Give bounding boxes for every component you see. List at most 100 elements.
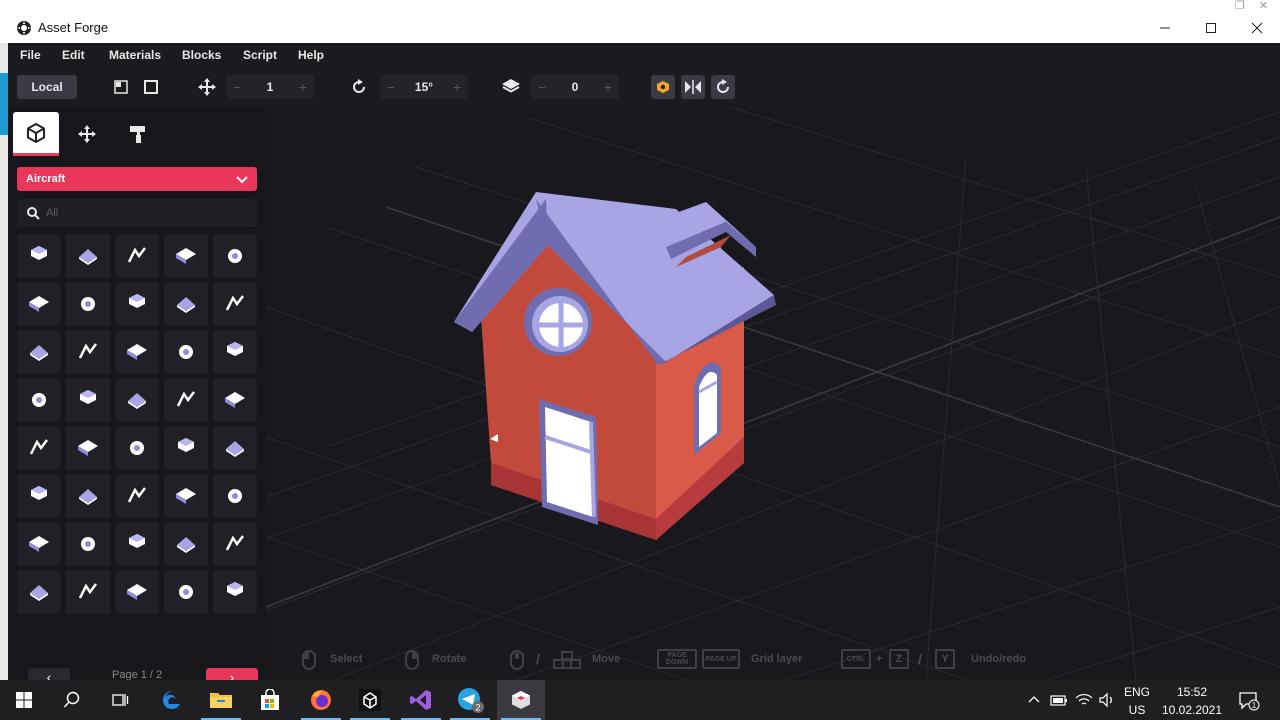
tab-paint[interactable] bbox=[115, 112, 161, 156]
reset-rotation-button[interactable] bbox=[711, 75, 735, 99]
taskbar-edge[interactable] bbox=[148, 680, 196, 720]
close-button[interactable] bbox=[1234, 12, 1280, 43]
rotate-step-value[interactable]: 15° bbox=[402, 80, 446, 94]
clock-date[interactable]: 10.02.2021 bbox=[1156, 703, 1228, 717]
block-thumbnail[interactable] bbox=[66, 570, 110, 614]
block-thumbnail[interactable] bbox=[66, 426, 110, 470]
block-thumbnail[interactable] bbox=[66, 282, 110, 326]
block-thumbnail[interactable] bbox=[66, 330, 110, 374]
block-thumbnail[interactable] bbox=[164, 474, 208, 518]
menu-edit[interactable]: Edit bbox=[62, 48, 85, 62]
block-thumbnail[interactable] bbox=[164, 426, 208, 470]
block-thumbnail[interactable] bbox=[115, 234, 159, 278]
block-thumbnail[interactable] bbox=[213, 570, 257, 614]
block-shape-icon bbox=[127, 247, 146, 263]
tab-blocks[interactable] bbox=[13, 112, 59, 156]
block-thumbnail[interactable] bbox=[164, 522, 208, 566]
block-thumbnail[interactable] bbox=[17, 474, 61, 518]
block-thumbnail[interactable] bbox=[213, 522, 257, 566]
block-thumbnail[interactable] bbox=[164, 282, 208, 326]
battery-icon[interactable] bbox=[1050, 693, 1068, 707]
block-thumbnail[interactable] bbox=[17, 522, 61, 566]
move-step-decrement[interactable]: − bbox=[226, 79, 248, 95]
block-thumbnail[interactable] bbox=[213, 330, 257, 374]
block-thumbnail[interactable] bbox=[66, 378, 110, 422]
bounds-button[interactable] bbox=[139, 75, 163, 99]
menu-script[interactable]: Script bbox=[243, 48, 277, 62]
block-thumbnail[interactable] bbox=[213, 234, 257, 278]
block-thumbnail[interactable] bbox=[213, 378, 257, 422]
block-thumbnail[interactable] bbox=[17, 570, 61, 614]
menu-file[interactable]: File bbox=[20, 48, 41, 62]
next-page-button[interactable]: › bbox=[206, 668, 258, 680]
pivot-button[interactable] bbox=[109, 75, 133, 99]
block-thumbnail[interactable] bbox=[164, 570, 208, 614]
block-thumbnail[interactable] bbox=[115, 570, 159, 614]
clock-time[interactable]: 15:52 bbox=[1160, 685, 1224, 699]
notification-icon[interactable]: 1 bbox=[1238, 691, 1260, 711]
3d-viewport[interactable]: Select Rotate / Move PAGE DOWN PAGE UP G… bbox=[266, 107, 1280, 680]
minimize-button[interactable] bbox=[1142, 12, 1188, 43]
block-thumbnail[interactable] bbox=[213, 426, 257, 470]
taskbar-explorer[interactable] bbox=[197, 680, 245, 720]
block-thumbnail[interactable] bbox=[115, 474, 159, 518]
background-window-controls: ❐ ✕ bbox=[1235, 0, 1268, 12]
view-mode-button[interactable] bbox=[651, 75, 675, 99]
key-page-up: PAGE UP bbox=[702, 649, 740, 669]
layer-decrement[interactable]: − bbox=[531, 79, 553, 95]
volume-icon[interactable] bbox=[1098, 692, 1116, 708]
task-view-button[interactable] bbox=[96, 680, 144, 720]
mirror-button[interactable] bbox=[681, 75, 705, 99]
menu-blocks[interactable]: Blocks bbox=[182, 48, 221, 62]
panel-tabs bbox=[8, 107, 266, 157]
taskbar-asset-forge[interactable] bbox=[497, 680, 545, 720]
taskbar-store[interactable] bbox=[246, 680, 294, 720]
search-input[interactable] bbox=[46, 207, 236, 219]
menu-help[interactable]: Help bbox=[298, 48, 324, 62]
move-step-value[interactable]: 1 bbox=[248, 80, 292, 94]
taskbar-telegram[interactable]: 2 bbox=[446, 680, 494, 720]
layer-value[interactable]: 0 bbox=[553, 80, 597, 94]
block-thumbnail[interactable] bbox=[115, 522, 159, 566]
chevron-up-icon[interactable] bbox=[1028, 694, 1040, 706]
block-thumbnail[interactable] bbox=[66, 522, 110, 566]
start-button[interactable] bbox=[0, 680, 48, 720]
move-step-increment[interactable]: + bbox=[292, 79, 314, 95]
block-thumbnail[interactable] bbox=[17, 282, 61, 326]
maximize-button[interactable] bbox=[1188, 12, 1234, 43]
category-dropdown[interactable]: Aircraft bbox=[17, 167, 257, 191]
block-thumbnail[interactable] bbox=[213, 474, 257, 518]
block-thumbnail[interactable] bbox=[66, 474, 110, 518]
block-thumbnail[interactable] bbox=[115, 282, 159, 326]
block-thumbnail[interactable] bbox=[115, 426, 159, 470]
block-thumbnail[interactable] bbox=[164, 234, 208, 278]
block-thumbnail[interactable] bbox=[115, 330, 159, 374]
block-thumbnail[interactable] bbox=[17, 330, 61, 374]
block-thumbnail[interactable] bbox=[115, 378, 159, 422]
wifi-icon[interactable] bbox=[1075, 692, 1093, 708]
block-thumbnail[interactable] bbox=[164, 330, 208, 374]
input-region[interactable]: US bbox=[1122, 703, 1152, 717]
mouse-middle-icon bbox=[510, 650, 524, 670]
taskbar-firefox[interactable] bbox=[297, 680, 345, 720]
prev-page-button[interactable]: ‹ bbox=[28, 668, 70, 680]
menu-materials[interactable]: Materials bbox=[109, 48, 161, 62]
block-thumbnail[interactable] bbox=[164, 378, 208, 422]
rotate-step-decrement[interactable]: − bbox=[380, 79, 402, 95]
block-shape-icon bbox=[177, 537, 195, 553]
input-language[interactable]: ENG bbox=[1122, 685, 1152, 699]
block-thumbnail[interactable] bbox=[213, 282, 257, 326]
search-button[interactable] bbox=[48, 680, 96, 720]
tab-transform[interactable] bbox=[64, 112, 110, 156]
layer-increment[interactable]: + bbox=[597, 79, 619, 95]
block-thumbnail[interactable] bbox=[17, 378, 61, 422]
taskbar-unity[interactable] bbox=[346, 680, 394, 720]
block-thumbnail[interactable] bbox=[66, 234, 110, 278]
block-thumbnail[interactable] bbox=[17, 234, 61, 278]
block-thumbnail[interactable] bbox=[17, 426, 61, 470]
pager: ‹ Page 1 / 2 › bbox=[8, 667, 266, 680]
taskbar-visual-studio[interactable] bbox=[397, 680, 445, 720]
rotate-step-increment[interactable]: + bbox=[446, 79, 468, 95]
local-space-toggle[interactable]: Local bbox=[17, 75, 77, 99]
block-shape-icon bbox=[177, 297, 195, 313]
